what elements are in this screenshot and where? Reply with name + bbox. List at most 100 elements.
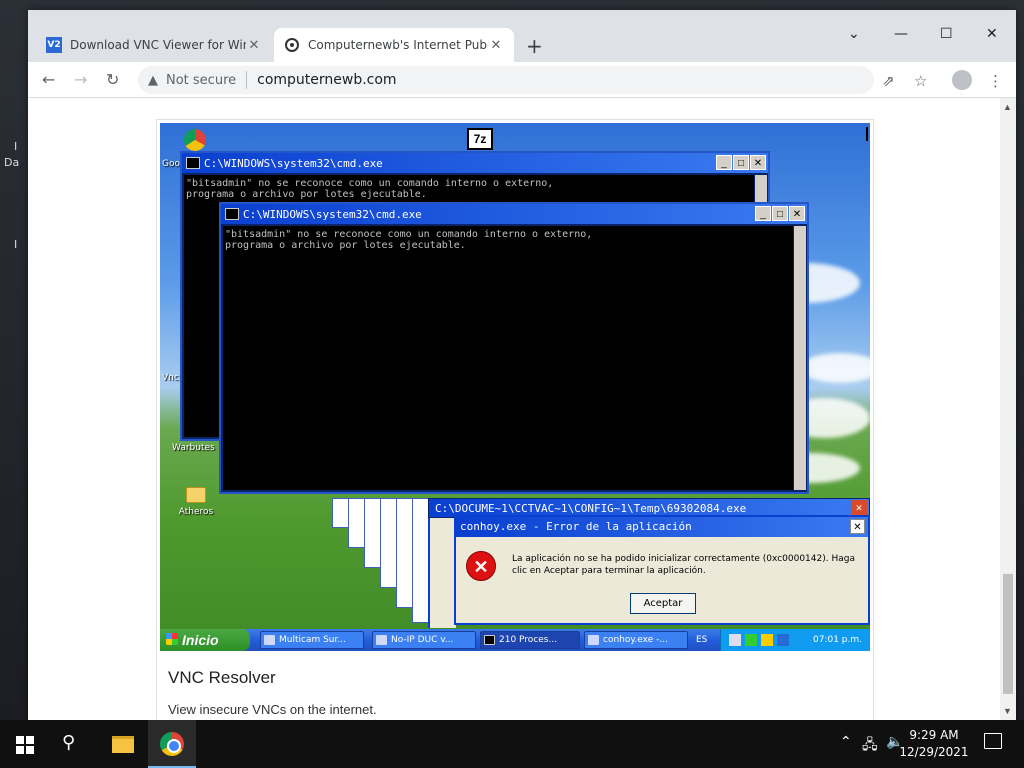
taskbar-button[interactable]: 210 Proces... [480,631,580,649]
back-icon[interactable]: ← [42,70,55,89]
minimize-icon[interactable]: _ [755,206,771,221]
bookmark-star-icon[interactable]: ☆ [914,72,927,90]
taskbar-button[interactable]: Multicam Sur... [260,631,364,649]
app-icon [376,635,387,645]
maximize-icon[interactable]: ☐ [940,26,953,42]
maximize-icon[interactable]: □ [772,206,788,221]
clock-date: 12/29/2021 [899,745,969,759]
taskbar-button-label: conhoy.exe -... [603,635,668,645]
desktop-icon-atheros[interactable]: Atheros [174,487,218,517]
close-icon[interactable]: ✕ [750,155,766,170]
xp-taskbar: Inicio Multicam Sur... No-IP DUC v... 21… [160,629,870,651]
vnc-screenshot[interactable]: 7z Goo Vnc Warbutes Atheros C:\WINDOWS\s… [160,123,870,651]
desktop-icon-label[interactable]: Vnc [162,373,179,383]
cmd-titlebar[interactable]: C:\WINDOWS\system32\cmd.exe [221,204,807,224]
minimize-icon[interactable]: — [894,26,908,42]
accept-button[interactable]: Aceptar [630,593,696,614]
cloud [800,353,870,383]
url-text[interactable]: computernewb.com [257,72,396,88]
error-dialog-titlebar[interactable]: conhoy.exe - Error de la aplicación [456,517,868,537]
pub-favicon-icon [284,37,300,53]
chrome-icon [160,732,184,756]
vnc-card[interactable]: 7z Goo Vnc Warbutes Atheros C:\WINDOWS\s… [156,119,874,720]
chevron-up-icon[interactable]: ⌃ [840,734,852,750]
menu-kebab-icon[interactable]: ⋮ [988,72,1003,90]
close-window-icon[interactable]: ✕ [986,26,998,42]
address-bar[interactable]: ▲ Not secure computernewb.com [138,66,874,94]
temp-exe-title: C:\DOCUME~1\CCTVAC~1\CONFIG~1\Temp\69302… [435,502,747,515]
clock-time: 9:29 AM [909,728,959,742]
seven-zip-icon[interactable]: 7z [467,128,493,150]
share-icon[interactable]: ⇗ [882,72,895,90]
security-label[interactable]: Not secure [166,73,236,88]
app-icon [588,635,599,645]
chrome-desktop-icon[interactable] [184,129,206,151]
tab-vnc-download[interactable]: V2 Download VNC Viewer for Windo ✕ [36,28,272,62]
mouse-cursor-icon [866,127,870,141]
cmd-console[interactable]: "bitsadmin" no se reconoce como un coman… [223,226,793,490]
file-explorer-button[interactable] [98,720,146,768]
tab-strip: V2 Download VNC Viewer for Windo ✕ Compu… [28,10,1016,62]
desktop-label: I [14,140,18,153]
desktop-icon-label[interactable]: Warbutes [172,443,215,453]
cmd-title: C:\WINDOWS\system32\cmd.exe [204,156,383,170]
new-tab-button[interactable]: + [526,34,543,58]
windows-start-icon[interactable] [16,736,34,754]
desktop-label: I [14,238,18,251]
reload-icon[interactable]: ↻ [106,70,119,89]
language-indicator[interactable]: ES [696,629,707,651]
cmd-window-front[interactable]: C:\WINDOWS\system32\cmd.exe _ □ ✕ "bitsa… [219,202,809,494]
scrollbar-thumb[interactable] [1003,574,1013,694]
minimize-icon[interactable]: _ [716,155,732,170]
page-scrollbar[interactable]: ▲ ▼ [1000,98,1016,720]
desktop-icon-label: Atheros [178,507,214,517]
omnibox-divider [246,71,248,89]
browser-toolbar: ← → ↻ ▲ Not secure computernewb.com ⇗ ☆ … [28,62,1016,98]
taskbar-button-label: No-IP DUC v... [391,635,454,645]
maximize-icon[interactable]: □ [733,155,749,170]
windows-flag-icon [166,633,178,645]
xp-clock[interactable]: 07:01 p.m. [813,629,862,651]
taskbar-button-label: Multicam Sur... [279,635,346,645]
tab-search-icon[interactable]: ⌄ [848,26,860,42]
cmd-window-buttons: _ □ ✕ [716,155,766,170]
folder-icon [186,487,206,503]
desktop-icon-label[interactable]: Goo [162,159,180,169]
folder-icon [112,736,134,753]
vnc-favicon-icon: V2 [46,37,62,53]
tray-icons[interactable] [729,634,789,646]
close-icon[interactable]: ✕ [789,206,805,221]
error-message: La aplicación no se ha podido inicializa… [512,554,855,576]
network-icon[interactable]: 🖧 [862,734,878,758]
notification-icon[interactable] [984,733,1002,749]
close-icon[interactable]: ✕ [850,519,865,534]
tab-title: Download VNC Viewer for Windo [70,38,246,52]
card-title[interactable]: VNC Resolver [168,668,276,688]
scroll-down-icon[interactable]: ▼ [1003,706,1012,716]
desktop-edge-labels: I Da I [0,130,28,330]
card-description: View insecure VNCs on the internet. [168,702,377,717]
cmd-title: C:\WINDOWS\system32\cmd.exe [243,207,422,221]
cmd-icon [484,635,495,645]
tab-computernewb[interactable]: Computernewb's Internet Pub H ✕ [274,28,514,62]
error-dialog[interactable]: conhoy.exe - Error de la aplicación ✕ ✕ … [454,515,870,625]
scrollbar[interactable] [794,226,806,490]
chrome-taskbar-button[interactable] [148,720,196,768]
search-icon[interactable]: ⚲ [62,732,75,753]
desktop-label: Da [4,156,20,169]
scroll-up-icon[interactable]: ▲ [1003,102,1012,112]
profile-avatar-icon[interactable] [952,70,972,90]
error-icon: ✕ [466,551,496,581]
taskbar-button[interactable]: No-IP DUC v... [372,631,476,649]
close-icon[interactable]: ✕ [851,500,867,516]
app-icon [264,635,275,645]
close-icon[interactable]: ✕ [246,38,262,53]
cmd-titlebar[interactable]: C:\WINDOWS\system32\cmd.exe [182,153,768,173]
start-button[interactable]: Inicio [160,629,250,651]
start-label: Inicio [182,632,219,648]
xp-system-tray: 07:01 p.m. [720,629,870,651]
taskbar-clock[interactable]: 9:29 AM 12/29/2021 [894,727,974,761]
taskbar-button[interactable]: conhoy.exe -... [584,631,688,649]
forward-icon[interactable]: → [74,70,87,89]
close-icon[interactable]: ✕ [488,38,504,53]
